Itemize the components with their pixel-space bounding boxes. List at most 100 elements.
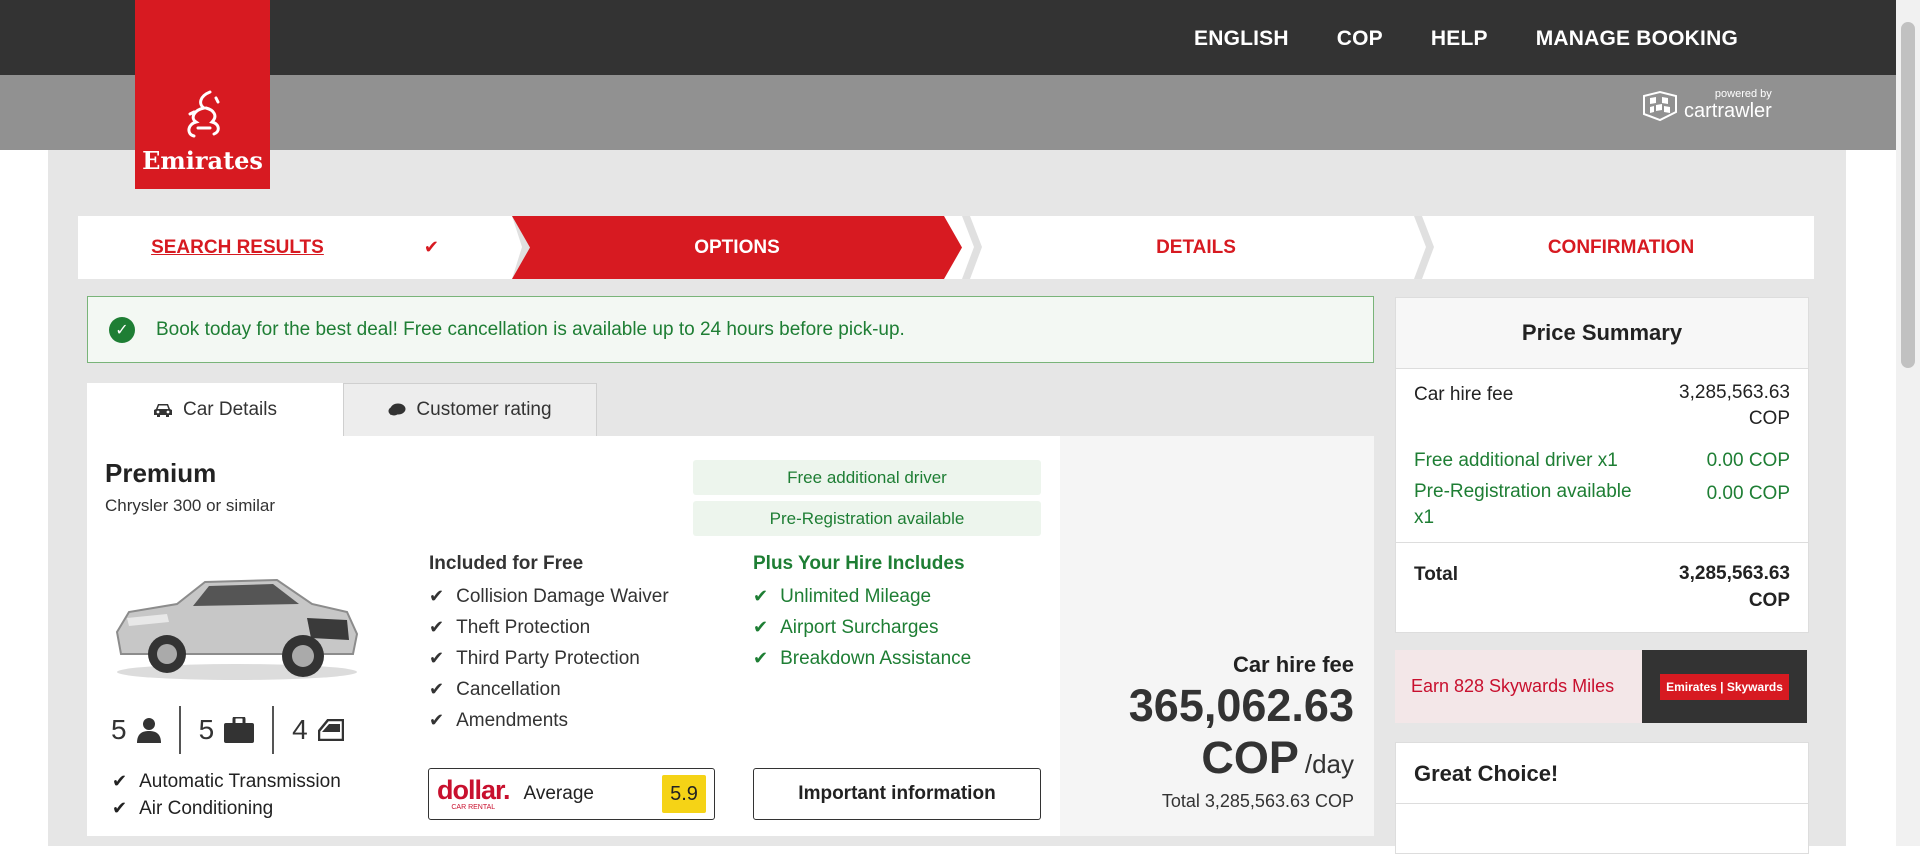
- summary-row-free-driver: Free additional driver x1 0.00 COP: [1414, 450, 1790, 472]
- feature-item: ✔ Air Conditioning: [112, 795, 341, 822]
- nav-language[interactable]: ENGLISH: [1194, 27, 1289, 51]
- check-icon: ✔: [753, 617, 769, 637]
- summary-title: Price Summary: [1396, 298, 1808, 369]
- included-item: ✔ Amendments: [429, 705, 669, 736]
- summary-value-line2: COP: [1748, 408, 1790, 429]
- speech-bubble-icon: [388, 403, 406, 416]
- dollar-wordmark: dollar.: [437, 775, 511, 805]
- skywards-logo: Emirates | Skywards: [1660, 673, 1789, 700]
- price-total: Total 3,285,563.63 COP: [1161, 791, 1354, 811]
- rating-score: 5.9: [662, 775, 706, 813]
- summary-divider: [1396, 542, 1808, 543]
- supplier-rating[interactable]: dollar. CAR RENTAL Average 5.9: [428, 768, 715, 820]
- summary-label-line1: Pre-Registration available: [1414, 481, 1632, 502]
- car-image: [115, 578, 359, 680]
- hire-item: ✔ Breakdown Assistance: [753, 643, 971, 674]
- door-icon: [317, 719, 344, 741]
- dollar-logo: dollar. CAR RENTAL: [437, 775, 511, 812]
- included-label: Amendments: [456, 710, 569, 731]
- nav-help[interactable]: HELP: [1431, 27, 1488, 51]
- included-list: Included for Free ✔ Collision Damage Waiv…: [429, 548, 669, 736]
- price-currency-row: COP /day: [1201, 732, 1354, 784]
- price-label: Car hire fee: [1232, 652, 1354, 677]
- cartrawler-flag-icon: [1643, 90, 1677, 121]
- included-label: Theft Protection: [456, 617, 591, 638]
- check-icon: ✔: [429, 679, 445, 699]
- feature-item: ✔ Automatic Transmission: [112, 768, 341, 795]
- seats-spec: 5: [105, 706, 179, 754]
- tab-car-details[interactable]: Car Details: [87, 383, 343, 436]
- check-icon: ✔: [429, 648, 445, 668]
- scrollbar[interactable]: [1896, 0, 1920, 846]
- nav-manage-booking[interactable]: MANAGE BOOKING: [1536, 27, 1738, 51]
- doors-spec: 4: [272, 706, 362, 754]
- summary-value-line1: 3,285,563.63: [1679, 382, 1790, 403]
- bags-spec: 5: [178, 706, 273, 754]
- included-item: ✔ Third Party Protection: [429, 643, 669, 674]
- summary-total-line2: COP: [1748, 590, 1790, 611]
- price-summary: Price Summary Car hire fee 3,285,563.63 …: [1395, 297, 1809, 633]
- hire-label: Unlimited Mileage: [780, 586, 932, 607]
- choice-title: Great Choice!: [1414, 761, 1559, 786]
- car-model: Chrysler 300 or similar: [105, 496, 276, 515]
- hire-label: Airport Surcharges: [780, 617, 939, 638]
- included-label: Collision Damage Waiver: [456, 586, 669, 607]
- car-details-panel: Premium Chrysler 300 or similar Free add…: [87, 436, 1060, 836]
- emirates-logo[interactable]: Emirates: [135, 0, 270, 189]
- summary-row-pre-registration: Pre-Registration available x1 0.00 COP: [1414, 481, 1790, 531]
- top-nav-bar: ENGLISH COP HELP MANAGE BOOKING: [0, 0, 1896, 75]
- check-icon: ✔: [112, 798, 128, 818]
- summary-value: 3,285,563.63 COP: [1679, 380, 1790, 432]
- tab-customer-rating[interactable]: Customer rating: [343, 383, 597, 436]
- price-per: /day: [1304, 749, 1354, 779]
- summary-label: Free additional driver x1: [1414, 450, 1618, 471]
- car-features: ✔ Automatic Transmission ✔ Air Conditionin…: [112, 768, 341, 822]
- free-cancellation-notice: ✓ Book today for the best deal! Free can…: [87, 296, 1374, 363]
- hire-label: Breakdown Assistance: [780, 648, 972, 669]
- great-choice-card: Great Choice!: [1395, 742, 1809, 854]
- hire-item: ✔ Airport Surcharges: [753, 612, 971, 643]
- summary-label-line2: x1: [1414, 507, 1435, 528]
- notice-text: Book today for the best deal! Free cance…: [156, 318, 905, 340]
- step-confirmation: CONFIRMATION: [1428, 216, 1814, 279]
- dollar-tagline: CAR RENTAL: [451, 804, 496, 811]
- scrollbar-thumb[interactable]: [1901, 22, 1915, 368]
- badge-pre-registration: Pre-Registration available: [693, 501, 1041, 536]
- summary-total-line1: 3,285,563.63: [1679, 563, 1790, 584]
- check-icon: ✔: [112, 771, 128, 791]
- summary-value: 0.00 COP: [1706, 450, 1790, 471]
- price-box: Car hire fee 365,062.63 COP /day Total 3…: [1060, 436, 1374, 836]
- check-circle-icon: ✓: [109, 316, 135, 343]
- feature-label: Automatic Transmission: [139, 771, 341, 792]
- car-specs: 5 5 4: [105, 706, 362, 754]
- choice-divider: [1396, 803, 1808, 804]
- miles-text: Earn 828 Skywards Miles: [1411, 676, 1615, 696]
- seats-count: 5: [111, 714, 127, 745]
- check-icon: ✔: [753, 648, 769, 668]
- included-label: Cancellation: [456, 679, 561, 700]
- summary-row-total: Total 3,285,563.63 COP: [1414, 563, 1790, 614]
- hire-includes-title: Plus Your Hire Includes: [753, 553, 965, 574]
- step-search-results-label[interactable]: SEARCH RESULTS: [151, 237, 324, 259]
- doors-count: 4: [292, 714, 308, 745]
- check-icon: ✔: [423, 237, 439, 257]
- logo-wordmark: Emirates: [142, 146, 263, 175]
- emirates-calligraphy-icon: [187, 90, 220, 138]
- included-label: Third Party Protection: [456, 648, 640, 669]
- summary-label: Pre-Registration available x1: [1414, 479, 1632, 531]
- rating-label: Average: [523, 783, 594, 804]
- person-icon: [136, 718, 161, 743]
- nav-currency[interactable]: COP: [1337, 27, 1383, 51]
- tab-car-details-label: Car Details: [183, 398, 277, 420]
- step-details-label: DETAILS: [1156, 236, 1236, 258]
- price-currency: COP: [1201, 732, 1299, 783]
- feature-label: Air Conditioning: [139, 798, 274, 819]
- step-options[interactable]: OPTIONS: [512, 216, 962, 279]
- check-icon: ✔: [429, 586, 445, 606]
- step-search-results[interactable]: SEARCH RESULTS ✔: [78, 216, 512, 279]
- important-information-button[interactable]: Important information: [753, 768, 1041, 820]
- included-item: ✔ Cancellation: [429, 674, 669, 705]
- summary-label: Car hire fee: [1414, 384, 1514, 405]
- summary-total-label: Total: [1414, 564, 1458, 585]
- cartrawler-wordmark: cartrawler: [1684, 100, 1772, 122]
